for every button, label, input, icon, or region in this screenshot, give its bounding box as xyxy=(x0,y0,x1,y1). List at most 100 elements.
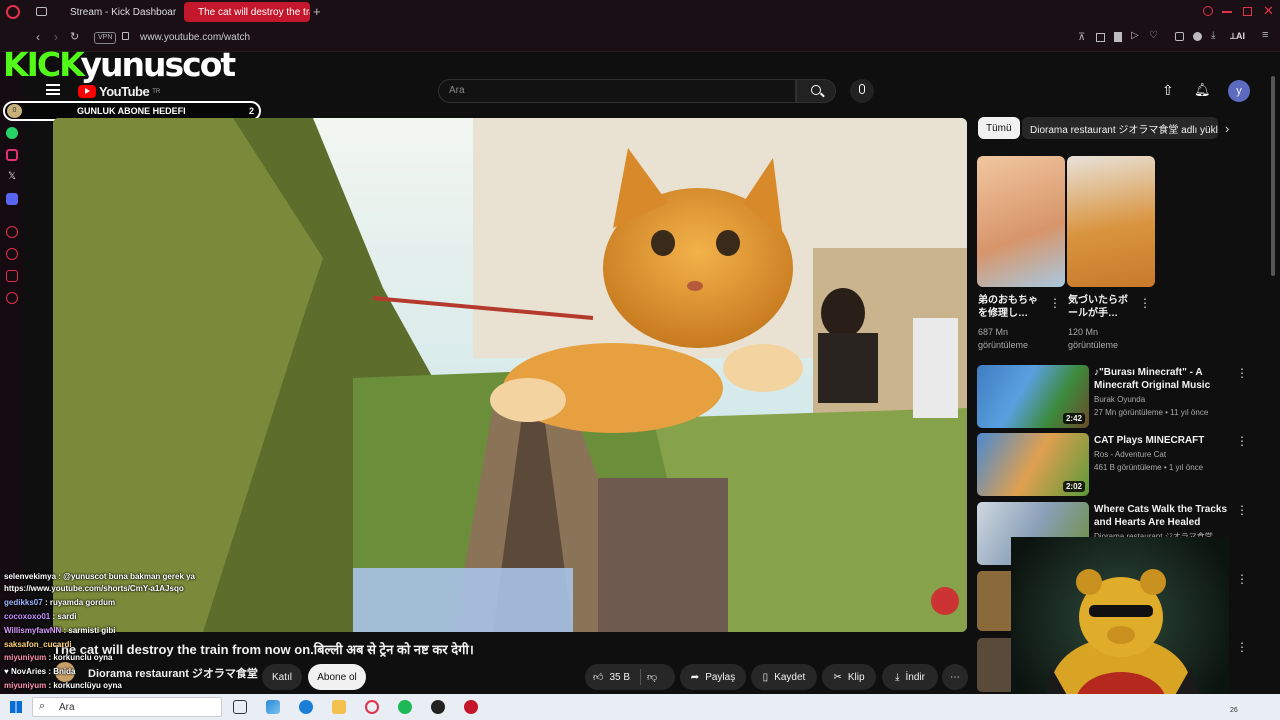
video-thumbnail[interactable]: 2:02 xyxy=(977,433,1089,496)
history-icon[interactable] xyxy=(6,248,18,260)
bookmark-icon: ▯ xyxy=(762,671,769,683)
task-view-icon[interactable] xyxy=(233,700,247,714)
aria-ai-button[interactable]: ⟂AI xyxy=(1230,31,1245,42)
chat-message: miyuniyum : korkunclu oyna xyxy=(4,653,113,662)
heart-icon[interactable]: ♡ xyxy=(1149,30,1158,41)
video-thumbnail[interactable] xyxy=(977,638,1011,692)
channel-name[interactable]: Diorama restaurant ジオラマ食堂 xyxy=(88,665,258,681)
more-options-icon[interactable]: ⋮ xyxy=(1236,366,1248,380)
spotify-icon[interactable] xyxy=(398,700,412,714)
snapshot-icon[interactable] xyxy=(1096,33,1105,42)
youtube-play-icon xyxy=(78,85,96,98)
avatar[interactable]: y xyxy=(1228,80,1250,102)
tab-label: Stream - Kick Dashboard xyxy=(70,6,176,18)
video-player[interactable] xyxy=(53,118,967,632)
video-thumbnail[interactable]: 2:42 xyxy=(977,365,1089,428)
obs-icon[interactable] xyxy=(431,700,445,714)
chip-all[interactable]: Tümü xyxy=(978,117,1020,139)
like-count[interactable]: 35 B xyxy=(609,672,630,683)
download-icon[interactable]: ⤓ xyxy=(1211,30,1215,41)
streamer-webcam xyxy=(1011,537,1229,720)
tab-youtube-video[interactable]: The cat will destroy the tra xyxy=(184,2,310,22)
profile-icon[interactable] xyxy=(1193,32,1202,41)
more-actions-button[interactable]: ⋯ xyxy=(942,664,968,690)
instagram-icon[interactable] xyxy=(6,149,18,161)
maximize-icon[interactable] xyxy=(1243,7,1252,16)
download-button[interactable]: ⤓ İndir xyxy=(882,664,938,690)
extensions-icon[interactable] xyxy=(1175,32,1184,41)
taskbar-search-input[interactable]: ⌕ Ara xyxy=(32,697,222,717)
scissors-icon: ✂ xyxy=(833,671,842,683)
wallet-icon[interactable] xyxy=(1114,32,1122,42)
more-options-icon[interactable]: ⋮ xyxy=(1236,434,1248,448)
short-thumbnail[interactable] xyxy=(1067,156,1155,287)
create-upload-icon[interactable]: ⇧ xyxy=(1162,82,1174,99)
thumbs-up-icon[interactable]: 👍︎ xyxy=(593,671,603,683)
short-title[interactable]: 気づいたらボールが手… xyxy=(1068,294,1136,320)
page-scrollbar[interactable] xyxy=(1271,76,1275,276)
chat-message: cocoxoxo01 : sardi xyxy=(4,612,77,621)
more-options-icon[interactable]: ⋮ xyxy=(1236,572,1248,586)
chevron-right-icon[interactable]: › xyxy=(1225,121,1229,136)
tab-kick-dashboard[interactable]: Stream - Kick Dashboard xyxy=(56,2,176,22)
short-title[interactable]: 弟のおもちゃを修理し… xyxy=(978,294,1046,320)
vpn-badge[interactable]: VPN xyxy=(94,32,117,44)
short-views: 687 Mn xyxy=(978,327,1009,337)
settings-icon[interactable] xyxy=(6,292,18,304)
recommendation-title[interactable]: CAT Plays MINECRAFT xyxy=(1094,434,1230,447)
lock-icon xyxy=(122,32,129,40)
more-options-icon[interactable]: ⋮ xyxy=(1139,296,1151,310)
flow-icon[interactable] xyxy=(6,226,18,238)
save-button[interactable]: ▯ Kaydet xyxy=(751,664,817,690)
clock-fragment: 26 xyxy=(1230,707,1238,714)
notifications-bell-icon[interactable]: 🔔︎ xyxy=(1194,82,1211,98)
back-icon[interactable]: ‹ xyxy=(36,30,40,44)
search-icon: ⌕ xyxy=(39,700,46,712)
more-options-icon[interactable]: ⋮ xyxy=(1236,503,1248,517)
channel-name[interactable]: Ros - Adventure Cat xyxy=(1094,450,1166,459)
search-button[interactable] xyxy=(796,79,836,103)
thumbs-down-icon[interactable]: 👎︎ xyxy=(647,671,657,683)
player-icon[interactable]: ▷ xyxy=(1131,30,1139,41)
youtube-logo[interactable]: YouTube TR xyxy=(78,84,160,99)
clip-button[interactable]: ✂ Klip xyxy=(822,664,876,690)
file-explorer-icon[interactable] xyxy=(332,700,346,714)
easy-setup-icon[interactable]: ≡ xyxy=(1262,29,1268,41)
pinboard-icon[interactable] xyxy=(6,270,18,282)
search-input[interactable]: Ara xyxy=(438,79,796,103)
opera-taskbar-icon[interactable] xyxy=(365,700,379,714)
subscribe-button[interactable]: Abone ol xyxy=(308,664,366,690)
more-options-icon[interactable]: ⋮ xyxy=(1236,640,1248,654)
short-thumbnail[interactable] xyxy=(977,156,1065,287)
chip-channel-uploads[interactable]: Diorama restaurant ジオラマ食堂 adlı yükle xyxy=(1022,117,1218,139)
menu-icon[interactable] xyxy=(46,84,60,95)
voice-search-button[interactable] xyxy=(850,79,874,103)
video-thumbnail[interactable] xyxy=(977,571,1011,631)
close-icon[interactable]: ✕ xyxy=(1263,3,1274,19)
join-button[interactable]: Katıl xyxy=(262,664,302,690)
windows-start-icon[interactable] xyxy=(10,701,22,713)
opera-logo-icon[interactable] xyxy=(6,5,20,19)
pin-icon[interactable]: ⊼ xyxy=(1078,32,1085,43)
share-button[interactable]: ➦ Paylaş xyxy=(680,664,746,690)
chat-message: ♥ NovAries : Bnida xyxy=(4,667,76,676)
channel-name[interactable]: Burak Oyunda xyxy=(1094,395,1145,404)
reload-icon[interactable]: ↻ xyxy=(70,30,79,43)
media-player-icon[interactable] xyxy=(464,700,478,714)
share-icon: ➦ xyxy=(690,671,700,683)
goal-label: GUNLUK ABONE HEDEFI xyxy=(77,106,186,116)
forward-icon[interactable]: › xyxy=(54,30,58,44)
search-tabs-icon[interactable] xyxy=(1203,6,1213,16)
recommendation-title[interactable]: Where Cats Walk the Tracks and Hearts Ar… xyxy=(1094,503,1230,529)
recommendation-title[interactable]: ♪"Burası Minecraft" - A Minecraft Origin… xyxy=(1094,366,1230,392)
edge-icon[interactable] xyxy=(299,700,313,714)
workspaces-icon[interactable] xyxy=(36,7,47,16)
whatsapp-icon[interactable] xyxy=(6,127,18,139)
widgets-icon[interactable] xyxy=(266,700,280,714)
x-twitter-icon[interactable]: 𝕏 xyxy=(6,171,18,183)
discord-icon[interactable] xyxy=(6,193,18,205)
more-options-icon[interactable]: ⋮ xyxy=(1049,296,1061,310)
minimize-icon[interactable] xyxy=(1222,11,1232,13)
url-field[interactable]: www.youtube.com/watch xyxy=(140,32,250,43)
new-tab-icon[interactable]: + xyxy=(313,4,321,19)
